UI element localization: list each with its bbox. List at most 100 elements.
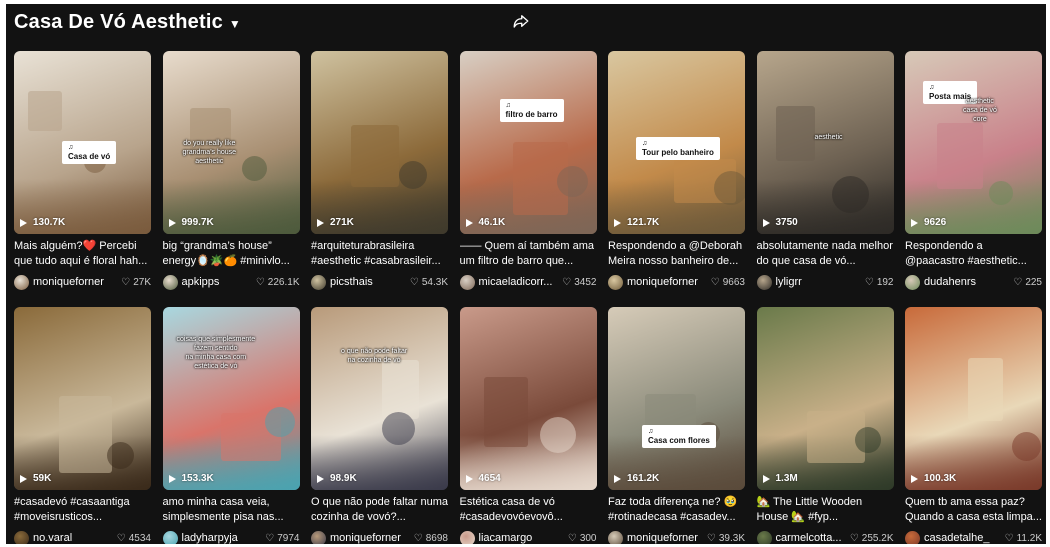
username-link[interactable]: apkipps	[182, 276, 253, 288]
play-icon	[762, 218, 770, 227]
video-caption[interactable]: #casadevó #casaantiga #moveisrusticos...	[14, 495, 151, 525]
username-link[interactable]: casadetalhe_	[924, 532, 1002, 544]
avatar[interactable]	[14, 530, 29, 544]
thumbnail-scene	[937, 123, 983, 189]
overlay-label: ♫ Casa de vó	[62, 141, 117, 164]
video-thumbnail[interactable]: ♫ Casa com flores 161.2K	[608, 307, 745, 490]
video-caption[interactable]: Respondendo a @paacastro #aesthetic...	[905, 239, 1042, 269]
video-caption[interactable]: big “grandma’s house” energy🪞🪴🍊 #minivlo…	[163, 239, 300, 269]
video-thumbnail[interactable]: do you really like grandma’s house aesth…	[162, 51, 300, 234]
username-link[interactable]: moniqueforner	[33, 276, 118, 288]
username-link[interactable]: micaeladicorr...	[479, 276, 560, 288]
view-count-value: 271K	[330, 217, 354, 228]
avatar[interactable]	[459, 274, 475, 290]
video-card[interactable]: ♫ Posta mais aesthetic casa de vó core 96…	[905, 51, 1042, 290]
video-card[interactable]: 271K #arquiteturabrasileira #aesthetic #…	[311, 51, 448, 290]
share-icon[interactable]	[512, 12, 530, 30]
video-caption[interactable]: —— Quem aí também ama um filtro de barro…	[460, 239, 597, 269]
video-thumbnail[interactable]: 100.3K	[905, 307, 1042, 490]
view-count: 153.3K	[168, 473, 214, 484]
avatar[interactable]	[162, 530, 178, 544]
avatar[interactable]	[608, 274, 623, 290]
video-thumbnail[interactable]: 4654	[459, 307, 597, 490]
username-link[interactable]: moniqueforner	[330, 532, 411, 544]
video-card[interactable]: ♫ Casa com flores 161.2K Faz toda diferen…	[608, 307, 745, 544]
like-count-value: 255.2K	[861, 532, 894, 544]
avatar[interactable]	[311, 530, 326, 544]
avatar[interactable]	[756, 530, 772, 544]
video-thumbnail[interactable]: ♫ Posta mais aesthetic casa de vó core 96…	[905, 51, 1042, 234]
video-thumbnail[interactable]: ♫ Tour pelo banheiro 121.7K	[608, 51, 745, 234]
avatar[interactable]	[311, 274, 326, 290]
video-card[interactable]: aesthetic 3750 absolutamente nada melhor…	[756, 51, 894, 290]
video-card[interactable]: ♫ filtro de barro 46.1K —— Quem aí também…	[459, 51, 597, 290]
video-caption[interactable]: O que não pode faltar numa cozinha de vo…	[311, 495, 448, 525]
view-count: 161.2K	[614, 473, 659, 484]
like-count: ♡ 300	[568, 533, 597, 544]
video-thumbnail[interactable]: aesthetic 3750	[756, 51, 894, 234]
video-meta: liacamargo ♡ 300	[459, 530, 597, 544]
avatar[interactable]	[608, 530, 623, 544]
video-card[interactable]: coisas que simplesmente fazem sentido na…	[162, 307, 300, 544]
video-thumbnail[interactable]: ♫ filtro de barro 46.1K	[459, 51, 597, 234]
video-thumbnail[interactable]: 271K	[311, 51, 448, 234]
video-thumbnail[interactable]: o que não pode faltar na cozinha de vó 9…	[311, 307, 448, 490]
video-caption[interactable]: #arquiteturabrasileira #aesthetic #casab…	[311, 239, 448, 269]
video-thumbnail[interactable]: ♫ Casa de vó 130.7K	[14, 51, 151, 234]
username-link[interactable]: moniqueforner	[627, 532, 704, 544]
username-link[interactable]: ladyharpyja	[182, 532, 263, 544]
video-meta: moniqueforner ♡ 27K	[14, 274, 151, 290]
video-thumbnail[interactable]: coisas que simplesmente fazem sentido na…	[162, 307, 300, 490]
avatar[interactable]	[905, 530, 920, 544]
thumbnail-scene	[556, 166, 588, 197]
video-meta: ladyharpyja ♡ 7974	[162, 530, 300, 544]
video-card[interactable]: 59K #casadevó #casaantiga #moveisrustico…	[14, 307, 151, 544]
video-card[interactable]: 1.3M 🏡 The Little Wooden House 🏡 #fyp...…	[756, 307, 894, 544]
video-thumbnail[interactable]: 59K	[14, 307, 151, 490]
username-link[interactable]: picsthais	[330, 276, 407, 288]
chevron-down-icon[interactable]: ▼	[229, 17, 241, 31]
heart-icon: ♡	[567, 532, 577, 544]
username-link[interactable]: lyligrr	[776, 276, 862, 288]
video-card[interactable]: 4654 Estética casa de vó #casadevovóevov…	[459, 307, 597, 544]
video-caption[interactable]: Mais alguém?❤️ Percebi que tudo aqui é f…	[14, 239, 151, 269]
thumbnail-scene	[854, 427, 881, 453]
avatar[interactable]	[162, 274, 178, 290]
avatar[interactable]	[14, 274, 29, 290]
video-caption[interactable]: 🏡 The Little Wooden House 🏡 #fyp...	[757, 495, 894, 525]
view-count-value: 121.7K	[627, 217, 660, 228]
video-thumbnail[interactable]: 1.3M	[756, 307, 894, 490]
username-link[interactable]: carmelcotta...	[776, 532, 847, 544]
video-caption[interactable]: Faz toda diferença ne? 🥹 #rotinadecasa #…	[608, 495, 745, 525]
video-card[interactable]: ♫ Tour pelo banheiro 121.7K Respondendo a…	[608, 51, 745, 290]
video-caption[interactable]: amo minha casa veia, simplesmente pisa n…	[163, 495, 300, 525]
username-link[interactable]: dudahenrs	[924, 276, 1010, 288]
video-card[interactable]: do you really like grandma’s house aesth…	[162, 51, 300, 290]
overlay-text: do you really like grandma’s house aesth…	[182, 140, 237, 165]
thumbnail-scene	[107, 442, 134, 469]
avatar[interactable]	[459, 530, 475, 544]
video-caption[interactable]: Estética casa de vó #casadevovóevovô...	[460, 495, 597, 525]
heart-icon: ♡	[116, 532, 126, 544]
video-meta: moniqueforner ♡ 8698	[311, 530, 448, 544]
view-count: 130.7K	[20, 217, 65, 228]
heart-icon: ♡	[710, 276, 720, 288]
avatar[interactable]	[905, 274, 920, 290]
view-count-value: 9626	[924, 217, 947, 228]
username-link[interactable]: moniqueforner	[627, 276, 708, 288]
username-link[interactable]: liacamargo	[479, 532, 565, 544]
thumbnail-scene	[399, 161, 427, 189]
thumbnail-scene	[539, 417, 576, 453]
video-caption[interactable]: Quem tb ama essa paz? Quando a casa esta…	[905, 495, 1042, 525]
video-card[interactable]: 100.3K Quem tb ama essa paz? Quando a ca…	[905, 307, 1042, 544]
like-count-value: 7974	[277, 532, 300, 544]
video-card[interactable]: ♫ Casa de vó 130.7K Mais alguém?❤️ Perceb…	[14, 51, 151, 290]
video-caption[interactable]: absolutamente nada melhor do que casa de…	[757, 239, 894, 269]
view-count-value: 98.9K	[330, 473, 357, 484]
video-card[interactable]: o que não pode faltar na cozinha de vó 9…	[311, 307, 448, 544]
play-icon	[911, 474, 918, 483]
thumbnail-scene	[775, 106, 815, 161]
avatar[interactable]	[756, 274, 772, 290]
username-link[interactable]: no.varal	[33, 532, 114, 544]
video-caption[interactable]: Respondendo a @Deborah Meira nosso banhe…	[608, 239, 745, 269]
